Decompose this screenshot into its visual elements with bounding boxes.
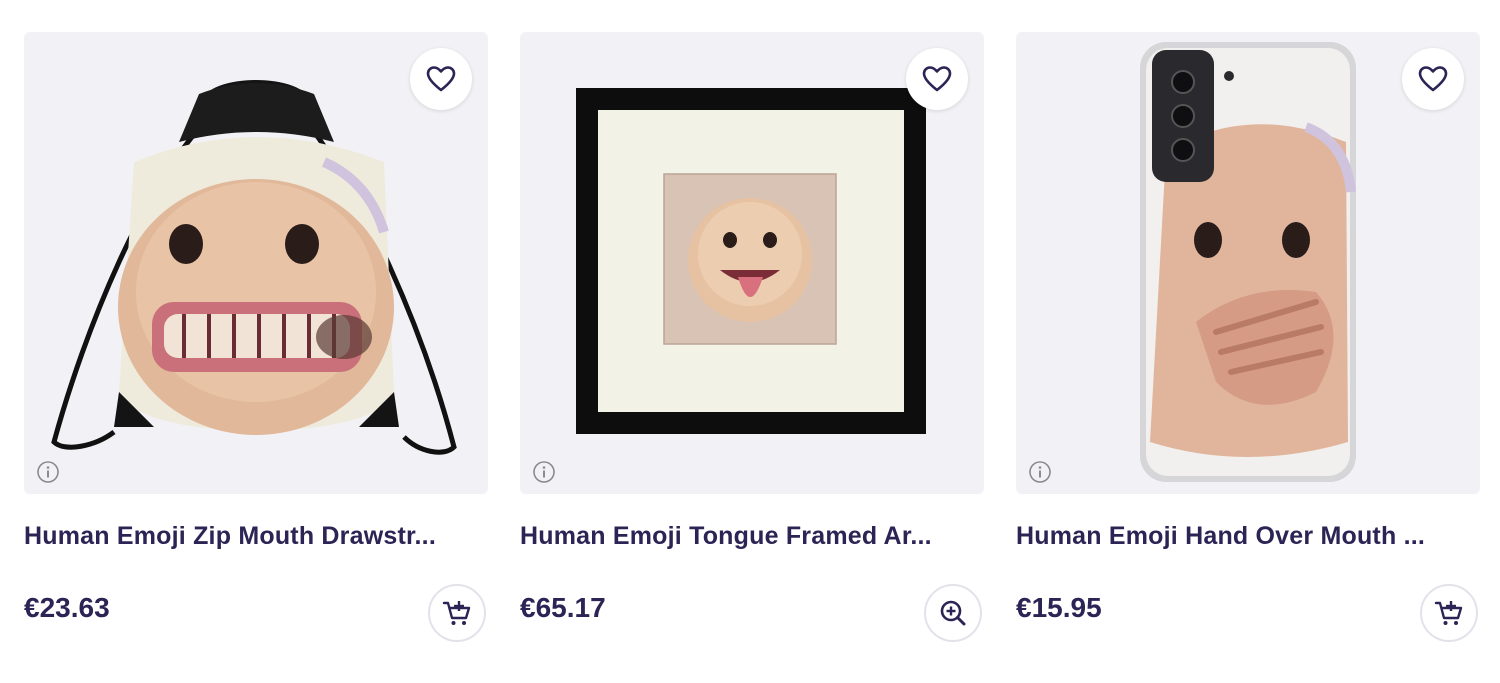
product-price: €23.63 (24, 592, 110, 623)
product-price: €15.95 (1016, 592, 1102, 623)
heart-icon (922, 66, 952, 92)
add-to-cart-icon (1434, 601, 1463, 625)
product-image-framed-art[interactable] (520, 32, 984, 494)
heart-icon (426, 66, 456, 92)
info-icon[interactable] (36, 460, 60, 484)
zoom-button[interactable] (924, 584, 982, 642)
add-to-cart-icon (442, 601, 471, 625)
product-image-drawstring-bag[interactable] (24, 32, 488, 494)
product-title[interactable]: Human Emoji Tongue Framed Ar... (520, 522, 984, 551)
framed-art-image (576, 88, 926, 434)
product-title[interactable]: Human Emoji Zip Mouth Drawstr... (24, 522, 488, 551)
phone-case-image (1140, 42, 1356, 482)
product-title[interactable]: Human Emoji Hand Over Mouth ... (1016, 522, 1480, 551)
favorite-button[interactable] (906, 48, 968, 110)
product-price: €65.17 (520, 592, 606, 623)
info-icon[interactable] (1028, 460, 1052, 484)
product-grid: Human Emoji Zip Mouth Drawstr... €23.63 (0, 0, 1500, 683)
drawstring-bag-image (51, 80, 457, 455)
product-card-drawstring-bag[interactable]: Human Emoji Zip Mouth Drawstr... €23.63 (24, 32, 488, 642)
product-card-phone-case[interactable]: Human Emoji Hand Over Mouth ... €15.95 (1016, 32, 1480, 642)
favorite-button[interactable] (1402, 48, 1464, 110)
product-card-framed-art[interactable]: Human Emoji Tongue Framed Ar... €65.17 (520, 32, 984, 642)
product-image-phone-case[interactable] (1016, 32, 1480, 494)
zoom-in-icon (940, 600, 966, 626)
info-icon[interactable] (532, 460, 556, 484)
favorite-button[interactable] (410, 48, 472, 110)
heart-icon (1418, 66, 1448, 92)
add-to-cart-button[interactable] (428, 584, 486, 642)
add-to-cart-button[interactable] (1420, 584, 1478, 642)
